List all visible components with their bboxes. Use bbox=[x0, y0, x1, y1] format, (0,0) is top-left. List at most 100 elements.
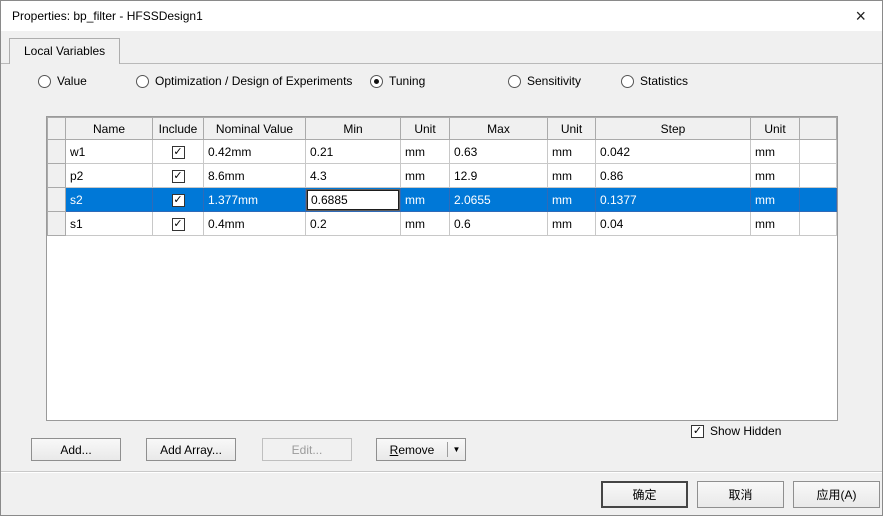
cell-max[interactable]: 12.9 bbox=[450, 164, 548, 188]
col-header-include: Include bbox=[153, 118, 204, 140]
window-title: Properties: bp_filter - HFSSDesign1 bbox=[12, 9, 203, 23]
radio-tuning-label: Tuning bbox=[389, 74, 425, 88]
radio-optimization-label: Optimization / Design of Experiments bbox=[155, 74, 352, 88]
footer-separator bbox=[1, 471, 883, 473]
col-header-nominal-value: Nominal Value bbox=[204, 118, 306, 140]
cell-include[interactable]: ✓ bbox=[153, 140, 204, 164]
col-header-step: Step bbox=[596, 118, 751, 140]
cell-nominal[interactable]: 1.377mm bbox=[204, 188, 306, 212]
ok-button[interactable]: 确定 bbox=[601, 481, 688, 508]
cell-step[interactable]: 0.86 bbox=[596, 164, 751, 188]
cell-unit-min[interactable]: mm bbox=[401, 212, 450, 236]
cell-max[interactable]: 0.6 bbox=[450, 212, 548, 236]
radio-sensitivity[interactable]: Sensitivity bbox=[508, 73, 581, 89]
cell-filler bbox=[800, 140, 837, 164]
radio-statistics-label: Statistics bbox=[640, 74, 688, 88]
checkbox-checked-icon[interactable]: ✓ bbox=[172, 194, 185, 207]
cancel-button[interactable]: 取消 bbox=[697, 481, 784, 508]
row-selector[interactable] bbox=[48, 164, 66, 188]
tab-divider bbox=[1, 63, 883, 64]
cell-min-editing[interactable] bbox=[306, 188, 401, 212]
add-array-button[interactable]: Add Array... bbox=[146, 438, 236, 461]
radio-circle-icon bbox=[508, 75, 521, 88]
show-hidden-label: Show Hidden bbox=[710, 424, 781, 438]
table-row-p2[interactable]: p2 ✓ 8.6mm 4.3 mm 12.9 mm 0.86 mm bbox=[48, 164, 837, 188]
radio-circle-icon bbox=[38, 75, 51, 88]
remove-button[interactable]: Remove ▼ bbox=[376, 438, 466, 461]
cell-name[interactable]: p2 bbox=[66, 164, 153, 188]
cell-unit-step[interactable]: mm bbox=[751, 212, 800, 236]
cell-unit-step[interactable]: mm bbox=[751, 188, 800, 212]
cell-step[interactable]: 0.042 bbox=[596, 140, 751, 164]
cell-include[interactable]: ✓ bbox=[153, 212, 204, 236]
radio-optimization[interactable]: Optimization / Design of Experiments bbox=[136, 73, 352, 89]
cell-min[interactable]: 0.21 bbox=[306, 140, 401, 164]
properties-dialog: Properties: bp_filter - HFSSDesign1 × Lo… bbox=[0, 0, 883, 516]
cell-filler bbox=[800, 212, 837, 236]
cell-nominal[interactable]: 8.6mm bbox=[204, 164, 306, 188]
col-header-unit-max: Unit bbox=[548, 118, 596, 140]
radio-circle-icon bbox=[621, 75, 634, 88]
variables-grid: Name Include Nominal Value Min Unit Max … bbox=[46, 116, 838, 421]
tab-local-variables[interactable]: Local Variables bbox=[9, 38, 120, 64]
variables-table: Name Include Nominal Value Min Unit Max … bbox=[47, 117, 837, 236]
cell-unit-step[interactable]: mm bbox=[751, 140, 800, 164]
row-selector[interactable] bbox=[48, 188, 66, 212]
checkbox-checked-icon[interactable]: ✓ bbox=[172, 146, 185, 159]
cell-nominal[interactable]: 0.42mm bbox=[204, 140, 306, 164]
corner-header bbox=[48, 118, 66, 140]
table-row-w1[interactable]: w1 ✓ 0.42mm 0.21 mm 0.63 mm 0.042 mm bbox=[48, 140, 837, 164]
cell-step[interactable]: 0.04 bbox=[596, 212, 751, 236]
add-button[interactable]: Add... bbox=[31, 438, 121, 461]
radio-circle-icon bbox=[136, 75, 149, 88]
row-selector[interactable] bbox=[48, 140, 66, 164]
row-selector[interactable] bbox=[48, 212, 66, 236]
filler-header bbox=[800, 118, 837, 140]
header-row: Name Include Nominal Value Min Unit Max … bbox=[48, 118, 837, 140]
titlebar: Properties: bp_filter - HFSSDesign1 × bbox=[1, 1, 882, 31]
cell-name[interactable]: w1 bbox=[66, 140, 153, 164]
radio-value[interactable]: Value bbox=[38, 73, 87, 89]
radio-statistics[interactable]: Statistics bbox=[621, 73, 688, 89]
radio-tuning[interactable]: Tuning bbox=[370, 73, 425, 89]
close-icon[interactable]: × bbox=[855, 4, 866, 28]
col-header-min: Min bbox=[306, 118, 401, 140]
col-header-unit-step: Unit bbox=[751, 118, 800, 140]
dropdown-arrow-icon[interactable]: ▼ bbox=[448, 445, 465, 454]
cell-name[interactable]: s1 bbox=[66, 212, 153, 236]
cell-filler bbox=[800, 164, 837, 188]
col-header-name: Name bbox=[66, 118, 153, 140]
cell-include[interactable]: ✓ bbox=[153, 164, 204, 188]
cell-name[interactable]: s2 bbox=[66, 188, 153, 212]
cell-unit-min[interactable]: mm bbox=[401, 188, 450, 212]
radio-sensitivity-label: Sensitivity bbox=[527, 74, 581, 88]
checkbox-checked-icon[interactable]: ✓ bbox=[172, 218, 185, 231]
col-header-max: Max bbox=[450, 118, 548, 140]
cell-min[interactable]: 4.3 bbox=[306, 164, 401, 188]
cell-unit-max[interactable]: mm bbox=[548, 164, 596, 188]
cell-unit-step[interactable]: mm bbox=[751, 164, 800, 188]
checkbox-checked-icon: ✓ bbox=[691, 425, 704, 438]
edit-button: Edit... bbox=[262, 438, 352, 461]
radio-value-label: Value bbox=[57, 74, 87, 88]
cell-unit-max[interactable]: mm bbox=[548, 188, 596, 212]
checkbox-checked-icon[interactable]: ✓ bbox=[172, 170, 185, 183]
cell-unit-max[interactable]: mm bbox=[548, 140, 596, 164]
cell-include[interactable]: ✓ bbox=[153, 188, 204, 212]
cell-min[interactable]: 0.2 bbox=[306, 212, 401, 236]
cell-unit-min[interactable]: mm bbox=[401, 164, 450, 188]
table-row-s2-selected[interactable]: s2 ✓ 1.377mm mm 2.0655 mm 0.1377 mm bbox=[48, 188, 837, 212]
cell-unit-min[interactable]: mm bbox=[401, 140, 450, 164]
cell-max[interactable]: 0.63 bbox=[450, 140, 548, 164]
min-edit-input[interactable] bbox=[307, 190, 399, 210]
radio-selected-icon bbox=[370, 75, 383, 88]
cell-step[interactable]: 0.1377 bbox=[596, 188, 751, 212]
apply-button[interactable]: 应用(A) bbox=[793, 481, 880, 508]
show-hidden-checkbox[interactable]: ✓ Show Hidden bbox=[691, 424, 781, 438]
table-row-s1[interactable]: s1 ✓ 0.4mm 0.2 mm 0.6 mm 0.04 mm bbox=[48, 212, 837, 236]
col-header-unit-min: Unit bbox=[401, 118, 450, 140]
cell-unit-max[interactable]: mm bbox=[548, 212, 596, 236]
cell-max[interactable]: 2.0655 bbox=[450, 188, 548, 212]
remove-label: Remove bbox=[377, 443, 447, 457]
cell-nominal[interactable]: 0.4mm bbox=[204, 212, 306, 236]
